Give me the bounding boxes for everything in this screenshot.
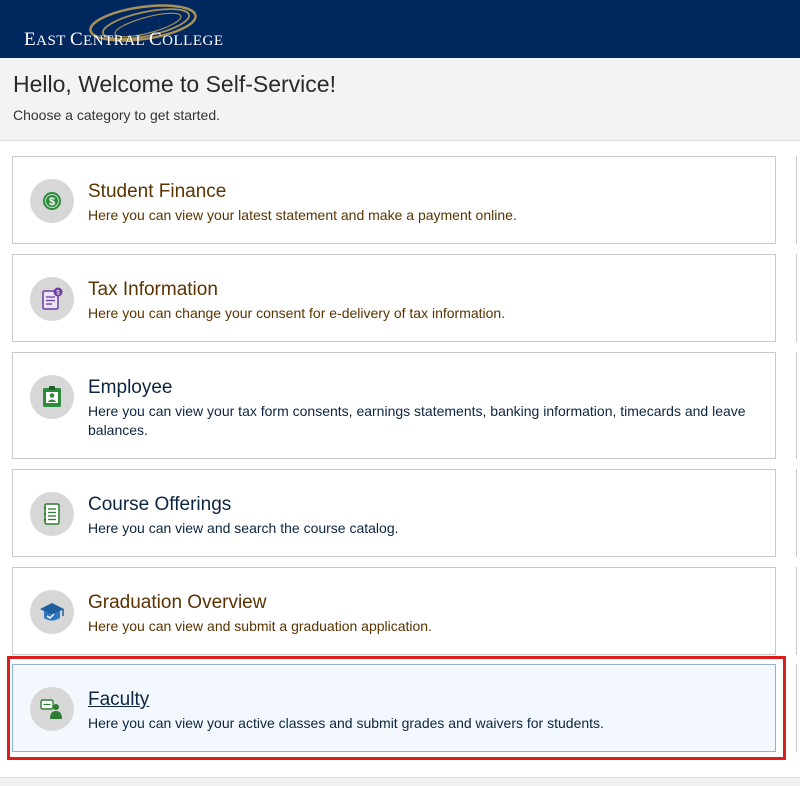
category-description: Here you can view your tax form consents… bbox=[88, 403, 746, 438]
category-card-student-finance[interactable]: $ Student Finance Here you can view your… bbox=[12, 156, 776, 244]
adjacent-card-edge bbox=[796, 664, 797, 752]
dollar-icon: $ bbox=[43, 192, 61, 210]
page-title: Hello, Welcome to Self-Service! bbox=[13, 71, 336, 97]
category-title[interactable]: Faculty bbox=[88, 689, 149, 711]
category-card-course-offerings[interactable]: Course Offerings Here you can view and s… bbox=[12, 469, 776, 557]
category-icon-circle bbox=[30, 492, 74, 536]
category-title[interactable]: Employee bbox=[88, 377, 173, 399]
adjacent-card-edge bbox=[796, 254, 797, 342]
id-badge-icon bbox=[43, 386, 61, 407]
graduation-cap-icon bbox=[40, 603, 64, 621]
college-logo-text[interactable]: EAST CENTRAL COLLEGE bbox=[24, 29, 224, 51]
category-description: Here you can view and submit a graduatio… bbox=[88, 618, 432, 634]
category-card-tax-information[interactable]: $ Tax Information Here you can change yo… bbox=[12, 254, 776, 342]
category-title[interactable]: Student Finance bbox=[88, 181, 226, 203]
category-card-graduation-overview[interactable]: Graduation Overview Here you can view an… bbox=[12, 567, 776, 655]
adjacent-card-edge bbox=[796, 469, 797, 557]
category-icon-circle bbox=[30, 687, 74, 731]
category-card-faculty[interactable]: Faculty Here you can view your active cl… bbox=[12, 664, 776, 752]
category-title[interactable]: Graduation Overview bbox=[88, 592, 266, 614]
tax-document-icon: $ bbox=[42, 287, 63, 310]
adjacent-card-edge bbox=[796, 352, 797, 459]
page-subtitle: Choose a category to get started. bbox=[13, 107, 221, 123]
category-card-employee[interactable]: Employee Here you can view your tax form… bbox=[12, 352, 776, 459]
top-header: EAST CENTRAL COLLEGE bbox=[0, 0, 800, 58]
adjacent-card-edge bbox=[796, 156, 797, 244]
category-icon-circle: $ bbox=[30, 179, 74, 223]
category-description: Here you can view and search the course … bbox=[88, 520, 399, 536]
category-icon-circle bbox=[30, 375, 74, 419]
category-icon-circle: $ bbox=[30, 277, 74, 321]
svg-text:$: $ bbox=[49, 196, 55, 208]
adjacent-card-edge bbox=[796, 567, 797, 655]
category-description: Here you can view your latest statement … bbox=[88, 207, 517, 223]
category-icon-circle bbox=[30, 590, 74, 634]
welcome-banner: Hello, Welcome to Self-Service! Choose a… bbox=[0, 58, 800, 141]
category-description: Here you can view your active classes an… bbox=[88, 715, 604, 731]
category-title[interactable]: Tax Information bbox=[88, 279, 218, 301]
category-description: Here you can change your consent for e-d… bbox=[88, 305, 506, 321]
category-title[interactable]: Course Offerings bbox=[88, 494, 231, 516]
teacher-icon bbox=[40, 699, 62, 719]
notebook-icon bbox=[43, 503, 60, 525]
